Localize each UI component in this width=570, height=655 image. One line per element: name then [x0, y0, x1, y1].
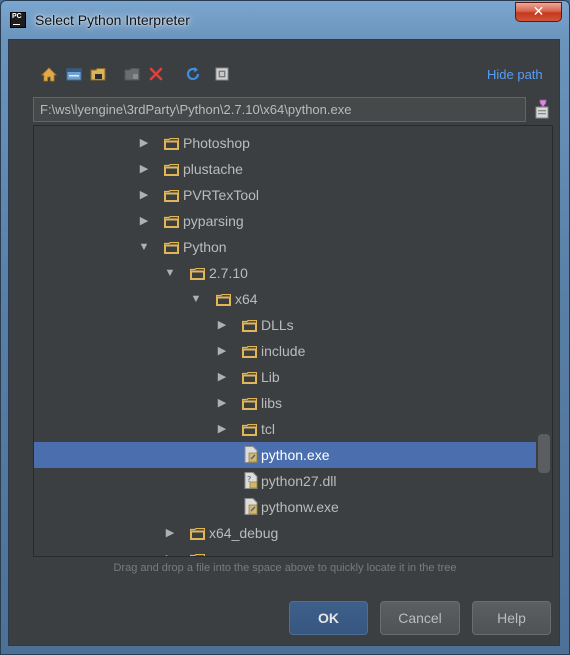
expand-arrow-icon[interactable]: ▶: [164, 520, 176, 546]
folder-icon: [189, 527, 206, 541]
cancel-button[interactable]: Cancel: [380, 601, 460, 635]
tree-folder-row[interactable]: ▶ plustache: [34, 156, 552, 182]
browse-icon[interactable]: [532, 98, 552, 120]
folder-icon: [241, 319, 258, 333]
close-button[interactable]: ✕: [515, 2, 562, 22]
tree-file-row[interactable]: python.exe: [34, 442, 536, 468]
tree-item-label: Photoshop: [183, 135, 250, 151]
tree-item-label: include: [261, 343, 306, 359]
folder-icon: [163, 215, 180, 229]
path-input[interactable]: F:\ws\lyengine\3rdParty\Python\2.7.10\x6…: [33, 97, 526, 122]
title-bar[interactable]: PC Select Python Interpreter ✕: [1, 1, 569, 41]
tree-item-label: PVRTexTool: [183, 187, 260, 203]
tree-item-label: DLLs: [261, 317, 294, 333]
hide-path-link[interactable]: Hide path: [487, 67, 543, 82]
tree-folder-row[interactable]: ▼ x64: [34, 286, 552, 312]
tree-file-row[interactable]: ? python27.dll: [34, 468, 552, 494]
folder-icon: [189, 553, 206, 556]
tree-folder-row[interactable]: ▶ include: [34, 338, 552, 364]
folder-icon: [189, 267, 206, 281]
tree-file-row[interactable]: pythonw.exe: [34, 494, 552, 520]
tree-item-label: pythonw.exe: [261, 499, 339, 515]
app-badge-text: PC: [12, 13, 22, 20]
folder-icon: [163, 189, 180, 203]
folder-icon: [163, 241, 180, 255]
project-icon[interactable]: [88, 64, 108, 84]
tree-item-label: plustache: [183, 161, 243, 177]
ok-button[interactable]: OK: [289, 601, 368, 635]
window-title: Select Python Interpreter: [35, 12, 190, 28]
expand-arrow-icon[interactable]: ▶: [216, 364, 228, 390]
desktop-icon[interactable]: [64, 64, 84, 84]
show-hidden-icon[interactable]: [212, 64, 232, 84]
tree-folder-row[interactable]: ▶ Lib: [34, 364, 552, 390]
new-folder-icon[interactable]: [122, 64, 142, 84]
expand-arrow-icon[interactable]: ▶: [216, 416, 228, 442]
unknown-file-icon: ?: [244, 472, 258, 489]
file-tree[interactable]: ▶ Photoshop ▶ plustache ▶ PVRTexTool ▶ pyparsin…: [33, 125, 553, 557]
tree-item-label: 2.7.10: [209, 265, 248, 281]
collapse-arrow-icon[interactable]: ▼: [138, 234, 150, 260]
expand-arrow-icon[interactable]: ▶: [138, 130, 150, 156]
tree-item-label: x64_debug: [209, 525, 279, 541]
folder-icon: [241, 371, 258, 385]
folder-icon: [241, 423, 258, 437]
tree-folder-row[interactable]: ▶: [34, 546, 552, 556]
tree-folder-row[interactable]: ▶ PVRTexTool: [34, 182, 552, 208]
expand-arrow-icon[interactable]: ▶: [138, 208, 150, 234]
expand-arrow-icon[interactable]: ▶: [216, 312, 228, 338]
tree-item-label: Python: [183, 239, 227, 255]
folder-icon: [241, 345, 258, 359]
vertical-scrollbar[interactable]: [538, 434, 550, 473]
folder-icon: [215, 293, 232, 307]
collapse-arrow-icon[interactable]: ▼: [164, 260, 176, 286]
tree-item-label: pyparsing: [183, 213, 244, 229]
tree-item-label: libs: [261, 395, 283, 411]
tree-item-label: tcl: [261, 421, 275, 437]
tree-folder-row[interactable]: ▼ Python: [34, 234, 552, 260]
delete-icon[interactable]: [146, 64, 166, 84]
tree-folder-row[interactable]: ▶ tcl: [34, 416, 552, 442]
python-file-icon: [244, 446, 258, 463]
refresh-icon[interactable]: [183, 64, 203, 84]
tree-item-label: python.exe: [261, 447, 330, 463]
folder-icon: [163, 137, 180, 151]
tree-item-label: x64: [235, 291, 258, 307]
close-icon: ✕: [532, 4, 545, 20]
python-file-icon: [244, 498, 258, 515]
tree-folder-row[interactable]: ▼ 2.7.10: [34, 260, 552, 286]
pycharm-app-icon: PC: [10, 12, 26, 28]
expand-arrow-icon[interactable]: ▶: [138, 156, 150, 182]
tree-folder-row[interactable]: ▶ DLLs: [34, 312, 552, 338]
tree-folder-row[interactable]: ▶ pyparsing: [34, 208, 552, 234]
drag-drop-hint: Drag and drop a file into the space abov…: [113, 562, 457, 574]
tree-item-label: Lib: [261, 369, 280, 385]
expand-arrow-icon[interactable]: ▶: [138, 182, 150, 208]
expand-arrow-icon[interactable]: ▶: [164, 546, 176, 556]
help-button[interactable]: Help: [472, 601, 551, 635]
collapse-arrow-icon[interactable]: ▼: [190, 286, 202, 312]
tree-item-label: python27.dll: [261, 473, 337, 489]
folder-icon: [163, 163, 180, 177]
folder-icon: [241, 397, 258, 411]
tree-folder-row[interactable]: ▶ libs: [34, 390, 552, 416]
home-icon[interactable]: [39, 64, 59, 84]
tree-folder-row[interactable]: ▶ x64_debug: [34, 520, 552, 546]
tree-folder-row[interactable]: ▶ Photoshop: [34, 130, 552, 156]
expand-arrow-icon[interactable]: ▶: [216, 390, 228, 416]
expand-arrow-icon[interactable]: ▶: [216, 338, 228, 364]
